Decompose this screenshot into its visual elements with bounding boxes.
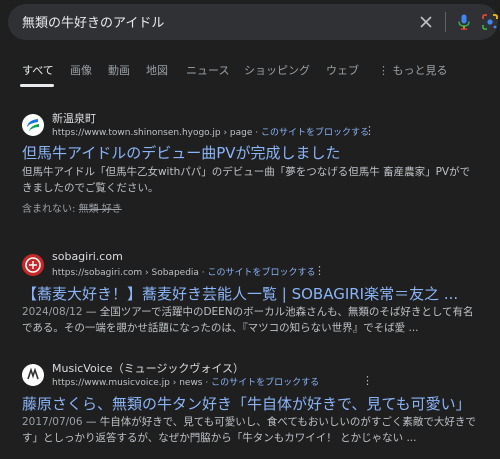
block-site-link[interactable]: このサイトをブロックする: [261, 128, 369, 138]
missing-terms: 含まれない: 無類 好き: [22, 204, 122, 215]
close-icon[interactable]: [418, 14, 434, 30]
tab-web[interactable]: ウェブ: [326, 62, 359, 78]
site-favicon: [22, 114, 44, 136]
site-url[interactable]: https://www.town.shinonsen.hyogo.jp › pa…: [52, 125, 369, 138]
site-url[interactable]: https://www.musicvoice.jp › news · このサイト…: [52, 375, 319, 388]
result-date: 2024/08/12: [22, 306, 83, 318]
search-input[interactable]: 無類の牛好きのアイドル: [22, 12, 164, 31]
town-logo-icon: [27, 119, 39, 131]
site-favicon: [22, 364, 44, 386]
tab-all[interactable]: すべて: [22, 62, 54, 78]
google-lens-icon[interactable]: [481, 13, 499, 31]
site-favicon: [22, 254, 44, 276]
result-title-link[interactable]: 但馬牛アイドルのデビュー曲PVが完成しました: [22, 142, 492, 163]
search-divider: [445, 12, 446, 32]
site-name[interactable]: sobagiri.com: [52, 250, 123, 263]
more-options-icon[interactable]: ⋮: [364, 124, 375, 137]
tab-videos[interactable]: 動画: [108, 62, 130, 78]
site-url[interactable]: https://sobagiri.com › Sobapedia · このサイト…: [52, 265, 316, 278]
result-snippet: 但馬牛アイドル「但馬牛乙女withパパ」のデビュー曲「夢をつなげる但馬牛 畜産農…: [22, 166, 471, 194]
tab-images[interactable]: 画像: [70, 62, 92, 78]
musicvoice-logo-icon: [27, 367, 39, 380]
tab-news[interactable]: ニュース: [186, 62, 229, 78]
microphone-icon[interactable]: [455, 13, 473, 31]
block-site-link[interactable]: このサイトをブロックする: [208, 268, 316, 278]
soba-logo-icon: [25, 257, 41, 273]
result-snippet: 2024/08/12 — 全国ツアーで活躍中のDEENのボーカル池森さんも、無類…: [22, 306, 474, 334]
site-name[interactable]: MusicVoice（ミュージックヴォイス）: [52, 360, 244, 376]
result-title-link[interactable]: 藤原さくら、無類の牛タン好き「牛自体が好きで、見ても可愛い」: [22, 393, 492, 414]
site-name[interactable]: 新温泉町: [52, 110, 96, 126]
result-snippet: 2017/07/06 — 牛自体が好きで、見ても可愛いし、食べてもおいしいのがす…: [22, 416, 476, 444]
more-options-icon[interactable]: ⋮: [362, 374, 373, 387]
tab-more[interactable]: ⋮ もっと見る: [378, 62, 448, 78]
tab-shopping[interactable]: ショッピング: [244, 62, 310, 78]
search-tabs: すべて 画像 動画 地図 ニュース ショッピング ウェブ ⋮ もっと見る: [0, 54, 500, 88]
more-options-icon[interactable]: ⋮: [314, 264, 325, 277]
tab-maps[interactable]: 地図: [146, 62, 168, 78]
search-bar[interactable]: 無類の牛好きのアイドル: [8, 4, 498, 40]
result-title-link[interactable]: 【蕎麦大好き！】蕎麦好き芸能人一覧 | SOBAGIRI楽常＝友之 ...: [22, 283, 492, 304]
active-tab-indicator: [20, 84, 54, 87]
result-date: 2017/07/06: [22, 416, 83, 428]
block-site-link[interactable]: このサイトをブロックする: [211, 378, 319, 388]
